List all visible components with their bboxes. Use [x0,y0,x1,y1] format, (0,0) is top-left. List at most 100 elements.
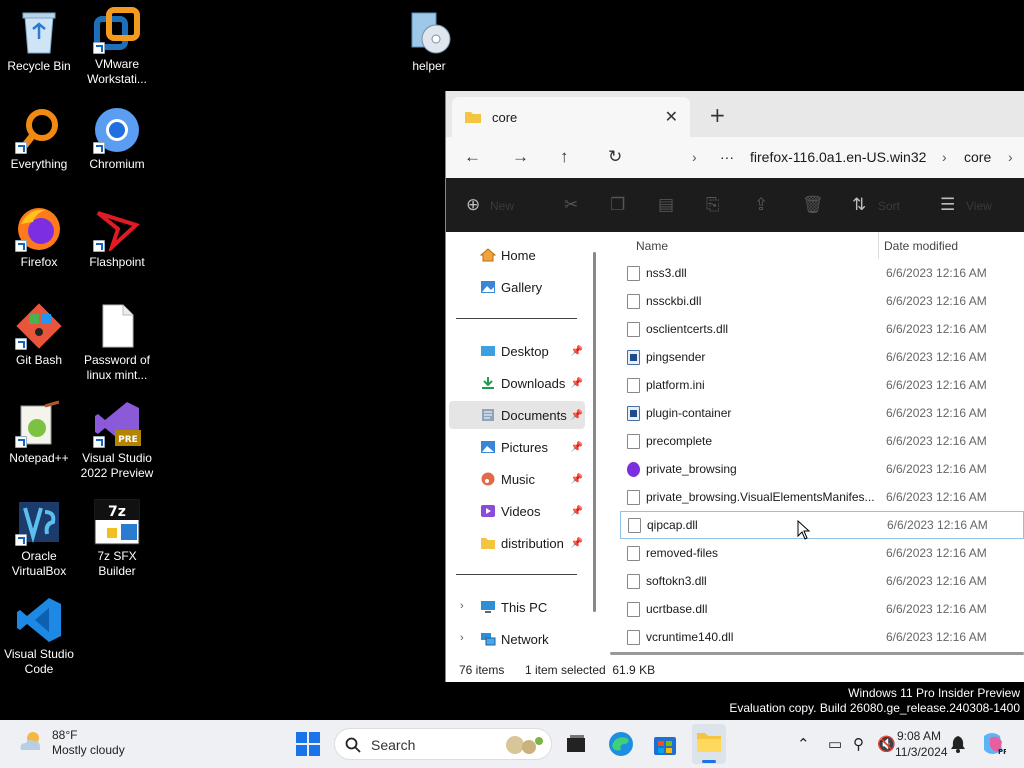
volume-icon[interactable]: 🔇 [877,735,896,753]
file-name: private_browsing [646,462,737,476]
notification-bell-icon[interactable] [948,734,968,754]
column-date-modified[interactable]: Date modified [884,239,958,253]
dll-file-icon [628,517,641,533]
file-row[interactable]: plugin-container 6/6/2023 12:16 AM [620,399,1024,427]
desktop-icon-vmware[interactable]: VMware Workstati... [78,6,156,87]
nav-item-pictures[interactable]: Pictures 📌 [449,433,585,461]
file-row[interactable]: precomplete 6/6/2023 12:16 AM [620,427,1024,455]
tab-core[interactable]: core ✕ [452,97,690,137]
file-row[interactable]: vcruntime140.dll 6/6/2023 12:16 AM [620,623,1024,651]
desktop-icon-label: Notepad++ [9,451,69,465]
file-row[interactable]: private_browsing 6/6/2023 12:16 AM [620,455,1024,483]
desktop-icon-vscode[interactable]: Visual Studio Code [0,596,78,677]
desktop-icon-recycle-bin[interactable]: Recycle Bin [0,8,78,74]
desktop-icon-flashpoint[interactable]: Flashpoint [78,204,156,270]
file-explorer-window: core ✕ + ← → ↑ ↻ › ··· firefox-116.0a1.e… [445,91,1024,682]
desktop-icon-virtualbox[interactable]: Oracle VirtualBox [0,498,78,579]
clock[interactable]: 9:08 AM 11/3/2024 [895,728,948,760]
file-row[interactable]: softokn3.dll 6/6/2023 12:16 AM [620,567,1024,595]
nav-item-documents[interactable]: Documents 📌 [449,401,585,429]
network-status-icon[interactable]: ⚲ [853,735,864,753]
up-arrow-icon[interactable]: ↑ [560,147,569,167]
microsoft-store-icon[interactable] [651,730,679,758]
column-name[interactable]: Name [636,239,668,253]
edge-browser-icon[interactable] [607,730,635,758]
desktop-icon-everything[interactable]: Everything [0,106,78,172]
desktop-icon-notepad-plus[interactable]: Notepad++ [0,400,78,466]
file-name: removed-files [646,546,719,560]
nav-label: Downloads [501,375,566,391]
nav-item-network[interactable]: Network [449,625,585,653]
nav-item-music[interactable]: Music 📌 [449,465,585,493]
file-explorer-icon [697,733,721,752]
more-breadcrumbs-icon[interactable]: ··· [720,149,734,165]
windows-start-icon[interactable] [296,732,320,756]
copy-icon[interactable]: ❐ [610,195,625,215]
file-row[interactable]: platform.ini 6/6/2023 12:16 AM [620,371,1024,399]
file-icon [627,545,640,561]
desktop-icon-helper[interactable]: helper [390,8,468,74]
nav-item-videos[interactable]: Videos 📌 [449,497,585,525]
refresh-icon[interactable]: ↻ [608,147,622,167]
chromium-icon [93,106,141,154]
desktop-icon-7z-sfx[interactable]: 7z 7z SFX Builder [78,498,156,579]
file-row[interactable]: nssckbi.dll 6/6/2023 12:16 AM [620,287,1024,315]
device-icon[interactable]: ▭ [828,735,842,753]
nav-scrollbar[interactable] [593,252,596,612]
desktop-icon-visual-studio[interactable]: PRE Visual Studio 2022 Preview [78,400,156,481]
column-divider[interactable] [878,232,879,259]
svg-text:PRE: PRE [118,435,138,445]
desktop-icon-password-doc[interactable]: Password of linux mint... [78,302,156,383]
share-icon[interactable]: ⇪ [754,195,768,215]
git-icon [15,302,63,350]
pin-icon: 📌 [570,409,583,421]
file-list: Name Date modified nss3.dll 6/6/2023 12:1… [604,232,1024,658]
nav-label: Music [501,471,535,487]
delete-icon[interactable]: 🗑 [802,195,824,215]
active-indicator [702,760,716,763]
nav-item-gallery[interactable]: Gallery [449,273,585,301]
mouse-cursor-icon [797,520,811,540]
file-explorer-taskbar-button[interactable] [692,724,726,764]
desktop-icon-label: 7z SFX Builder [97,549,137,578]
rename-icon[interactable]: ⎘ [706,195,720,215]
new-plus-icon[interactable]: ⊕ [466,195,480,215]
music-icon [481,472,495,486]
file-row[interactable]: pingsender 6/6/2023 12:16 AM [620,343,1024,371]
desktop-icon-firefox[interactable]: Firefox [0,204,78,270]
file-row[interactable]: osclientcerts.dll 6/6/2023 12:16 AM [620,315,1024,343]
cut-icon[interactable]: ✂ [564,195,578,215]
horizontal-scrollbar[interactable] [610,652,1024,655]
new-tab-icon[interactable]: + [709,103,726,127]
desktop-icon-chromium[interactable]: Chromium [78,106,156,172]
weather-widget[interactable]: 88°F Mostly cloudy [16,728,125,758]
taskbar-search-box[interactable]: Search [334,728,552,760]
file-row[interactable]: nss3.dll 6/6/2023 12:16 AM [620,259,1024,287]
sort-icon[interactable]: ⇅ [852,195,866,215]
clock-time: 9:08 AM [896,729,941,743]
desktop-icon-git-bash[interactable]: Git Bash [0,302,78,368]
nav-item-distribution[interactable]: distribution 📌 [449,529,585,557]
forward-arrow-icon[interactable]: → [512,147,529,167]
file-row[interactable]: ucrtbase.dll 6/6/2023 12:16 AM [620,595,1024,623]
nav-item-downloads[interactable]: Downloads 📌 [449,369,585,397]
close-tab-icon[interactable]: ✕ [665,107,678,127]
helper-disc-icon [405,8,453,56]
breadcrumb-item[interactable]: firefox-116.0a1.en-US.win32 [750,149,926,165]
file-row[interactable]: removed-files 6/6/2023 12:16 AM [620,539,1024,567]
view-icon[interactable]: ☰ [940,195,955,215]
nav-item-this-pc[interactable]: This PC [449,593,585,621]
copilot-icon[interactable]: PRE [980,732,1006,756]
nav-item-desktop[interactable]: Desktop 📌 [449,337,585,365]
chevron-up-icon[interactable]: ⌃ [797,735,810,753]
file-row[interactable]: private_browsing.VisualElementsManifes..… [620,483,1024,511]
breadcrumb-item[interactable]: core [964,149,991,165]
back-arrow-icon[interactable]: ← [464,147,481,167]
private-browsing-icon [627,461,640,477]
nav-item-home[interactable]: Home [449,241,585,269]
svg-text:PRE: PRE [998,748,1006,756]
file-row[interactable]: qipcap.dll 6/6/2023 12:16 AM [620,511,1024,539]
search-icon [345,737,361,753]
task-view-icon[interactable] [562,730,590,758]
paste-icon[interactable]: ▤ [658,195,674,215]
